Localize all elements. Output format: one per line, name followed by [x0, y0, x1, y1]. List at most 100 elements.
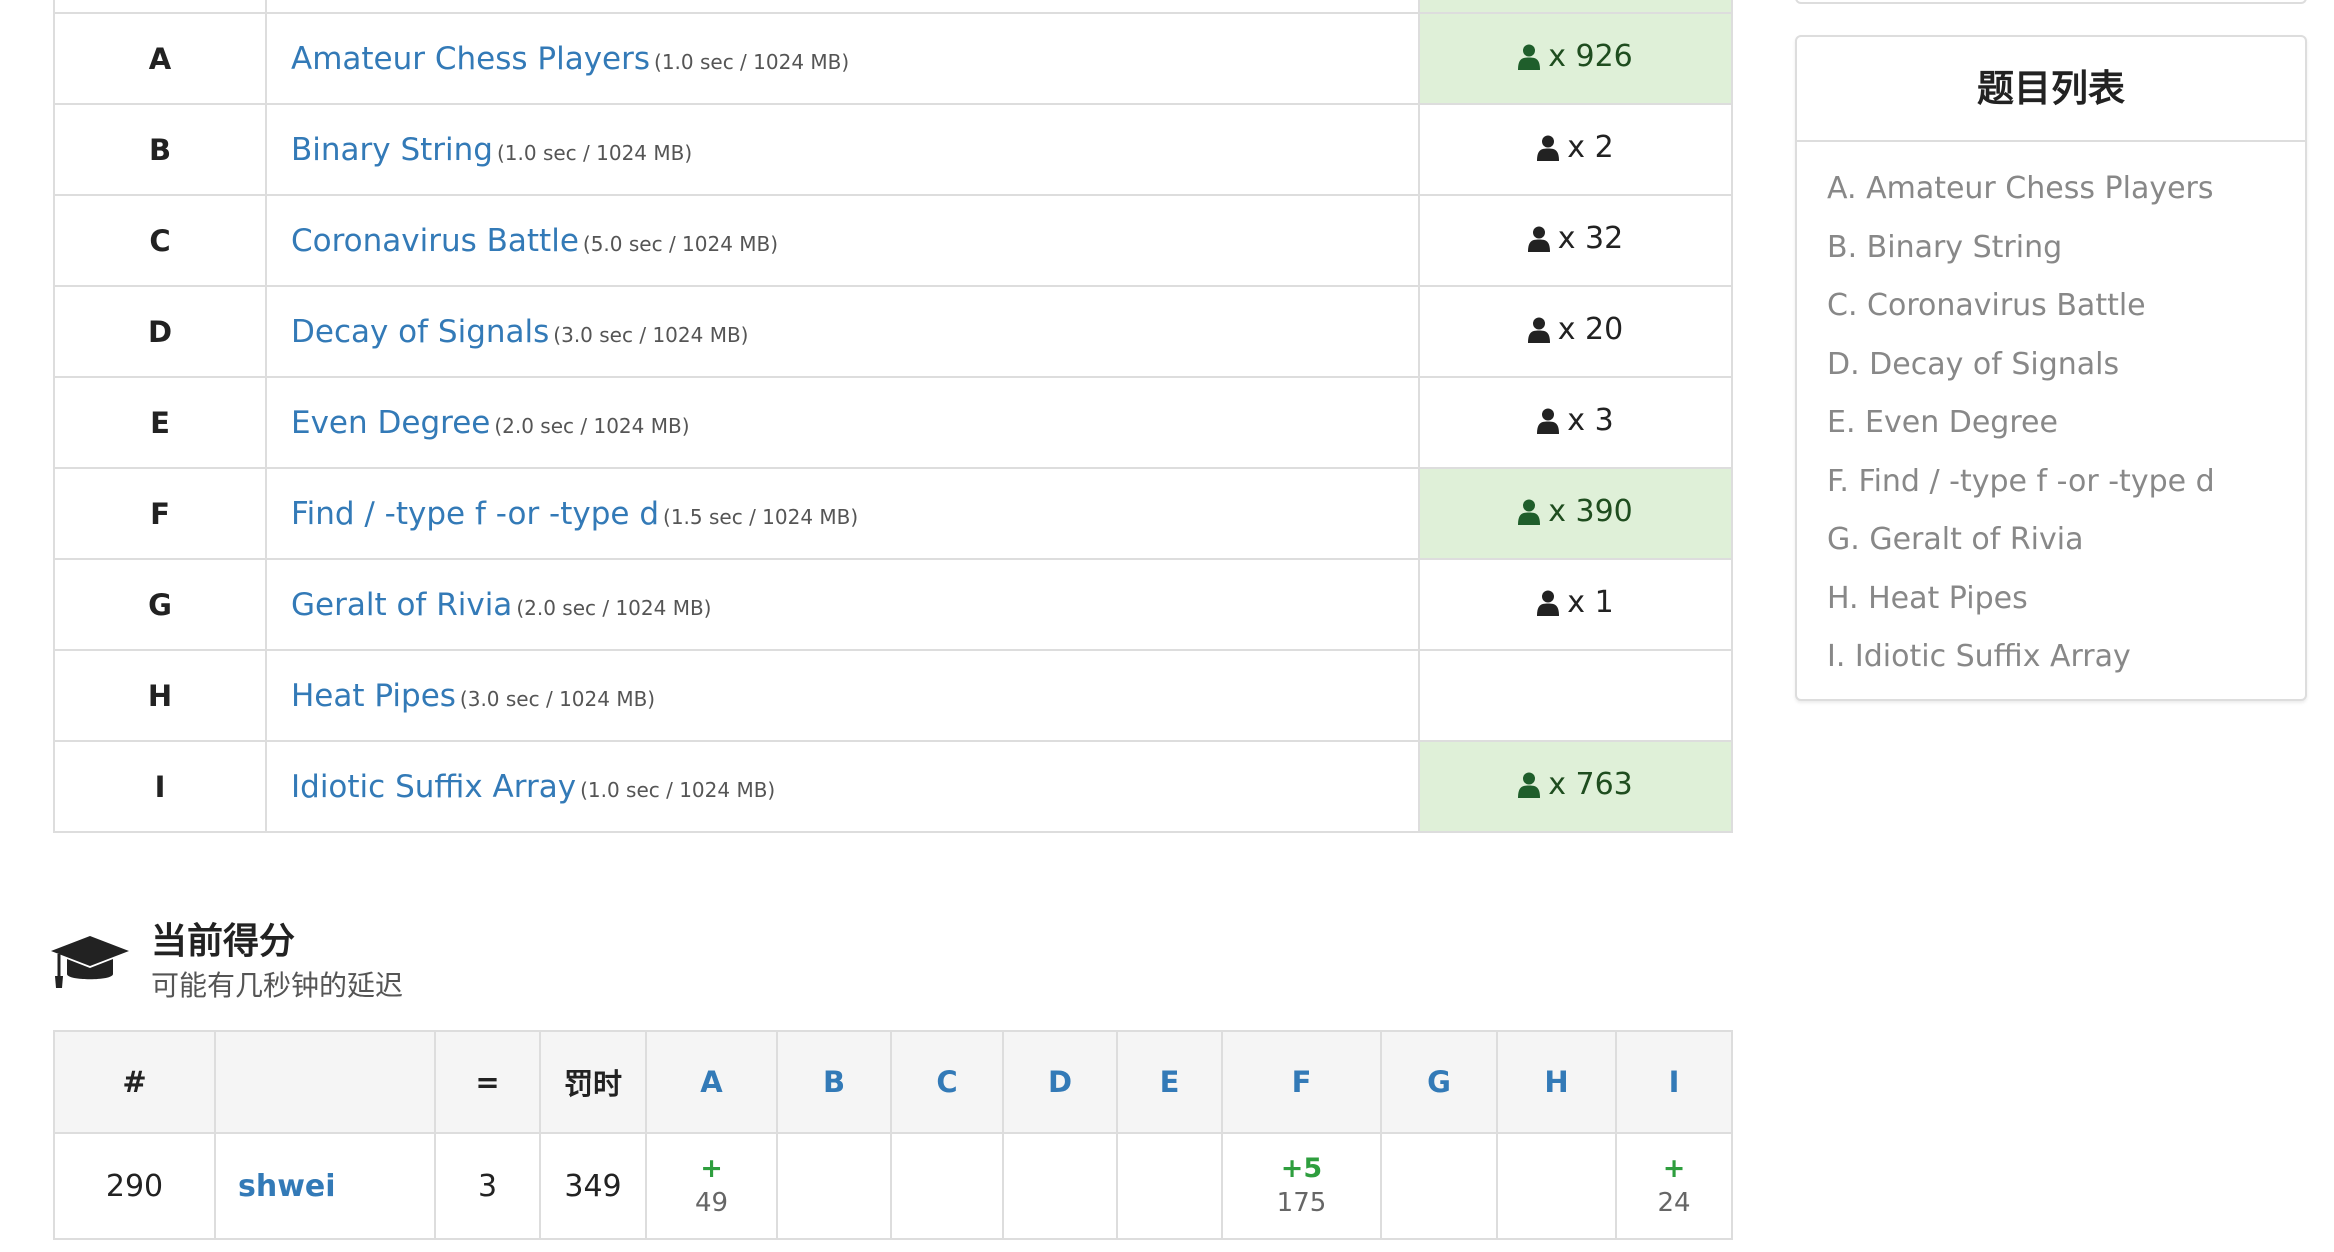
- problem-list-item-d[interactable]: D. Decay of Signals: [1827, 336, 2305, 395]
- result-cell-a: +49: [645, 1132, 778, 1240]
- user-link[interactable]: shwei: [238, 1169, 336, 1204]
- problem-row-f: F Find / -type f -or -type d (1.5 sec / 1…: [53, 467, 1733, 560]
- problem-list-item-e[interactable]: E. Even Degree: [1827, 394, 2305, 453]
- result-cell-i: +24: [1615, 1132, 1733, 1240]
- problem-row-i: I Idiotic Suffix Array (1.0 sec / 1024 MB…: [53, 740, 1733, 833]
- problem-row-g: G Geralt of Rivia (2.0 sec / 1024 MB) x 1: [53, 558, 1733, 651]
- problem-link-h[interactable]: Heat Pipes: [291, 678, 456, 714]
- problem-letter: G: [53, 558, 267, 651]
- user-icon: [1537, 134, 1560, 162]
- rank-header: #: [53, 1030, 216, 1134]
- user-icon: [1518, 498, 1541, 526]
- problem-letter: H: [53, 649, 267, 742]
- problem-header-g[interactable]: G: [1380, 1030, 1498, 1134]
- problem-letter: F: [53, 467, 267, 560]
- problem-header-h[interactable]: H: [1496, 1030, 1617, 1134]
- score-subtitle: 可能有几秒钟的延迟: [151, 969, 404, 1002]
- user-icon: [1537, 589, 1560, 617]
- user-icon: [1527, 316, 1550, 344]
- problem-list-item-c[interactable]: C. Coronavirus Battle: [1827, 277, 2305, 336]
- problem-header-f[interactable]: F: [1221, 1030, 1382, 1134]
- result-cell-d: [1002, 1132, 1118, 1240]
- score-section-header: 当前得分 可能有几秒钟的延迟: [50, 910, 650, 1005]
- result-cell-b: [776, 1132, 892, 1240]
- problem-letter: E: [53, 376, 267, 469]
- problem-limit: (3.0 sec / 1024 MB): [553, 322, 749, 347]
- problem-letter: I: [53, 740, 267, 833]
- problem-link-d[interactable]: Decay of Signals: [291, 314, 549, 350]
- solved-count-cell: [1418, 649, 1733, 742]
- solved-count: x 32: [1557, 220, 1624, 256]
- problem-list-heading: 题目列表: [1797, 37, 2305, 142]
- result-cell-h: [1496, 1132, 1617, 1240]
- problem-header-b[interactable]: B: [776, 1030, 892, 1134]
- solved-count: x 763: [1548, 766, 1633, 802]
- solved-count-cell[interactable]: x 1: [1418, 558, 1733, 651]
- solved-count-cell[interactable]: x 2: [1418, 103, 1733, 196]
- problem-limit: (1.0 sec / 1024 MB): [580, 777, 776, 802]
- user-icon: [1537, 407, 1560, 435]
- user-icon: [1518, 771, 1541, 799]
- problem-list-item-g[interactable]: G. Geralt of Rivia: [1827, 511, 2305, 570]
- solved-count-cell[interactable]: x 3: [1418, 376, 1733, 469]
- problem-row-h: H Heat Pipes (3.0 sec / 1024 MB): [53, 649, 1733, 742]
- problem-list-panel: 题目列表 A. Amateur Chess Players B. Binary …: [1795, 35, 2307, 701]
- problem-list-item-a[interactable]: A. Amateur Chess Players: [1827, 160, 2305, 219]
- problem-limit: (5.0 sec / 1024 MB): [582, 231, 779, 256]
- result-cell-e: [1116, 1132, 1223, 1240]
- problem-limit: (1.0 sec / 1024 MB): [654, 49, 850, 74]
- solved-count-cell[interactable]: x 390: [1418, 467, 1733, 560]
- problem-list-item-i[interactable]: I. Idiotic Suffix Array: [1827, 628, 2305, 687]
- standings-header-row: # = 罚时 A B C D E F G H I: [53, 1030, 1733, 1134]
- problem-row-c: C Coronavirus Battle (5.0 sec / 1024 MB) …: [53, 194, 1733, 287]
- user-icon: [1518, 43, 1541, 71]
- result-time: 175: [1276, 1188, 1327, 1218]
- sidebar-panel-partial: [1795, 0, 2307, 4]
- problem-header-e[interactable]: E: [1116, 1030, 1223, 1134]
- table-row-partial: [53, 0, 1733, 14]
- problems-table: A Amateur Chess Players (1.0 sec / 1024 M…: [53, 0, 1733, 833]
- problem-link-g[interactable]: Geralt of Rivia: [291, 587, 512, 623]
- problem-link-b[interactable]: Binary String: [291, 132, 493, 168]
- result-attempts: +: [700, 1153, 723, 1184]
- solved-value: 3: [434, 1132, 541, 1240]
- solved-count-cell[interactable]: x 763: [1418, 740, 1733, 833]
- result-cell-f: +5 175: [1221, 1132, 1382, 1240]
- problem-row-d: D Decay of Signals (3.0 sec / 1024 MB) x …: [53, 285, 1733, 378]
- problem-link-i[interactable]: Idiotic Suffix Array: [291, 769, 576, 805]
- problem-link-f[interactable]: Find / -type f -or -type d: [291, 496, 659, 532]
- penalty-value: 349: [539, 1132, 647, 1240]
- problem-list-item-f[interactable]: F. Find / -type f -or -type d: [1827, 453, 2305, 512]
- problem-list-item-h[interactable]: H. Heat Pipes: [1827, 570, 2305, 629]
- result-attempts: +: [1662, 1153, 1686, 1184]
- problem-link-c[interactable]: Coronavirus Battle: [291, 223, 579, 259]
- standings-row: 290 shwei 3 349 +49 +5 175 +24: [53, 1132, 1733, 1240]
- problem-list-item-b[interactable]: B. Binary String: [1827, 219, 2305, 278]
- problem-row-e: E Even Degree (2.0 sec / 1024 MB) x 3: [53, 376, 1733, 469]
- solved-count: x 926: [1548, 38, 1633, 74]
- solved-count: x 3: [1567, 402, 1614, 438]
- result-attempts: +5: [1280, 1153, 1323, 1184]
- user-icon: [1527, 225, 1550, 253]
- problem-header-i[interactable]: I: [1615, 1030, 1733, 1134]
- problem-letter: B: [53, 103, 267, 196]
- penalty-header: 罚时: [539, 1030, 647, 1134]
- problem-row-a: A Amateur Chess Players (1.0 sec / 1024 M…: [53, 12, 1733, 105]
- problem-header-c[interactable]: C: [890, 1030, 1004, 1134]
- problem-limit: (2.0 sec / 1024 MB): [494, 413, 690, 438]
- graduation-cap-icon: [50, 934, 130, 988]
- problem-list: A. Amateur Chess Players B. Binary Strin…: [1797, 142, 2305, 687]
- problem-link-a[interactable]: Amateur Chess Players: [291, 41, 650, 77]
- name-header: [214, 1030, 436, 1134]
- problem-header-a[interactable]: A: [645, 1030, 778, 1134]
- result-time: 49: [694, 1188, 729, 1218]
- result-cell-c: [890, 1132, 1004, 1240]
- problem-letter: A: [53, 12, 267, 105]
- standings-table: # = 罚时 A B C D E F G H I 290 shwei 3 349…: [53, 1030, 1733, 1240]
- problem-limit: (1.5 sec / 1024 MB): [663, 504, 859, 529]
- solved-count-cell[interactable]: x 20: [1418, 285, 1733, 378]
- solved-count-cell[interactable]: x 926: [1418, 12, 1733, 105]
- solved-count-cell[interactable]: x 32: [1418, 194, 1733, 287]
- problem-link-e[interactable]: Even Degree: [291, 405, 490, 441]
- problem-header-d[interactable]: D: [1002, 1030, 1118, 1134]
